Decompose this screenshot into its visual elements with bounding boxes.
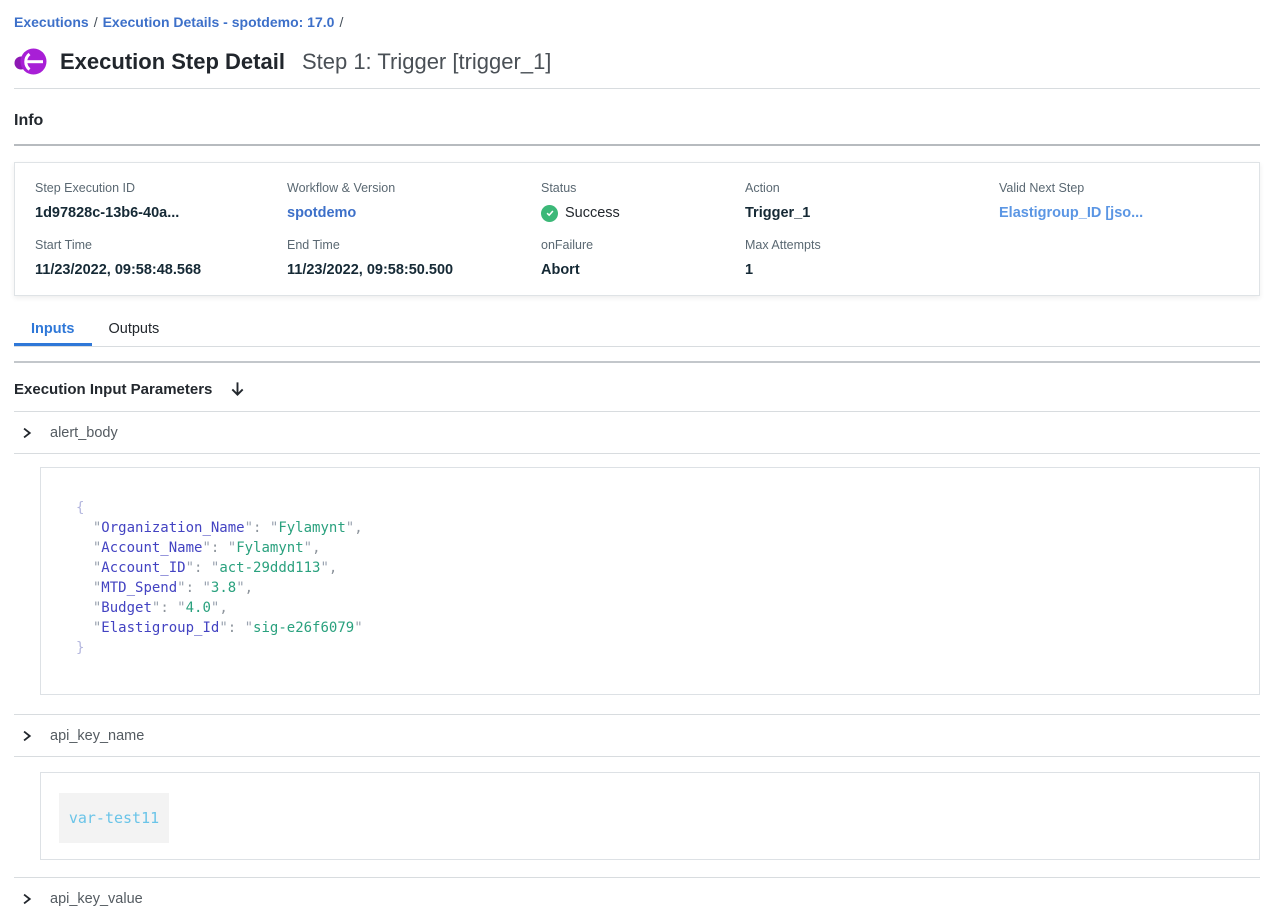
field-value: 1 (745, 260, 999, 280)
field-label: onFailure (541, 237, 745, 253)
workflow-link[interactable]: spotdemo (287, 203, 541, 223)
download-arrow-icon[interactable] (229, 380, 246, 398)
field-label: Start Time (35, 237, 287, 253)
breadcrumb: Executions/Execution Details - spotdemo:… (14, 0, 1260, 31)
chevron-right-icon[interactable] (20, 729, 33, 743)
field-value: Abort (541, 260, 745, 280)
chevron-right-icon[interactable] (20, 426, 33, 440)
json-code: { "Organization_Name": "Fylamynt", "Acco… (76, 498, 1259, 658)
field-label: Step Execution ID (35, 180, 287, 196)
field-start-time: Start Time 11/23/2022, 09:58:48.568 (35, 237, 287, 280)
status-badge: Success (541, 203, 745, 223)
breadcrumb-separator: / (334, 14, 348, 30)
divider (14, 88, 1260, 89)
breadcrumb-separator: / (89, 14, 103, 30)
field-action: Action Trigger_1 (745, 180, 999, 223)
field-value: 11/23/2022, 09:58:48.568 (35, 260, 287, 280)
section-name: alert_body (50, 425, 118, 441)
success-check-icon (541, 205, 558, 222)
divider (14, 144, 1260, 146)
field-value: 1d97828c-13b6-40a... (35, 203, 287, 223)
alert-body-json-box: { "Organization_Name": "Fylamynt", "Acco… (40, 467, 1260, 695)
tab-outputs[interactable]: Outputs (92, 316, 177, 346)
field-label: End Time (287, 237, 541, 253)
section-name: api_key_name (50, 728, 144, 744)
field-label: Workflow & Version (287, 180, 541, 196)
page-title: Execution Step Detail (60, 49, 285, 75)
field-label: Action (745, 180, 999, 196)
field-value: 11/23/2022, 09:58:50.500 (287, 260, 541, 280)
field-step-execution-id: Step Execution ID 1d97828c-13b6-40a... (35, 180, 287, 223)
fylamynt-logo-icon (14, 47, 47, 77)
section-row-api-key-value[interactable]: api_key_value (14, 878, 1260, 919)
field-status: Status Success (541, 180, 745, 223)
api-key-name-value: var-test11 (59, 793, 169, 843)
section-row-api-key-name[interactable]: api_key_name (14, 715, 1260, 757)
execution-input-parameters-header: Execution Input Parameters (14, 378, 1260, 400)
field-workflow-version: Workflow & Version spotdemo (287, 180, 541, 223)
field-value: Trigger_1 (745, 203, 999, 223)
breadcrumb-link-execution-details[interactable]: Execution Details - spotdemo: 17.0 (103, 14, 335, 30)
field-end-time: End Time 11/23/2022, 09:58:50.500 (287, 237, 541, 280)
inputs-outputs-tabs: Inputs Outputs (14, 316, 1260, 347)
field-on-failure: onFailure Abort (541, 237, 745, 280)
page-subtitle: Step 1: Trigger [trigger_1] (302, 49, 551, 75)
info-card: Step Execution ID 1d97828c-13b6-40a... W… (14, 162, 1260, 296)
valid-next-step-link[interactable]: Elastigroup_ID [jso... (999, 203, 1239, 223)
breadcrumb-link-executions[interactable]: Executions (14, 14, 89, 30)
field-max-attempts: Max Attempts 1 (745, 237, 999, 280)
field-label: Valid Next Step (999, 180, 1239, 196)
execution-step-detail-page: Executions/Execution Details - spotdemo:… (0, 0, 1272, 919)
section-row-alert-body[interactable]: alert_body (14, 412, 1260, 454)
section-name: api_key_value (50, 891, 143, 907)
divider (14, 361, 1260, 363)
field-label: Max Attempts (745, 237, 999, 253)
field-label: Status (541, 180, 745, 196)
field-valid-next-step: Valid Next Step Elastigroup_ID [jso... (999, 180, 1239, 223)
page-header: Execution Step Detail Step 1: Trigger [t… (14, 46, 1260, 78)
api-key-name-value-box: var-test11 (40, 772, 1260, 860)
field-empty (999, 237, 1239, 280)
execution-input-parameters-label: Execution Input Parameters (14, 381, 212, 398)
tab-inputs[interactable]: Inputs (14, 316, 92, 346)
info-section-label: Info (14, 110, 1260, 132)
status-text: Success (565, 203, 620, 223)
chevron-right-icon[interactable] (20, 892, 33, 906)
